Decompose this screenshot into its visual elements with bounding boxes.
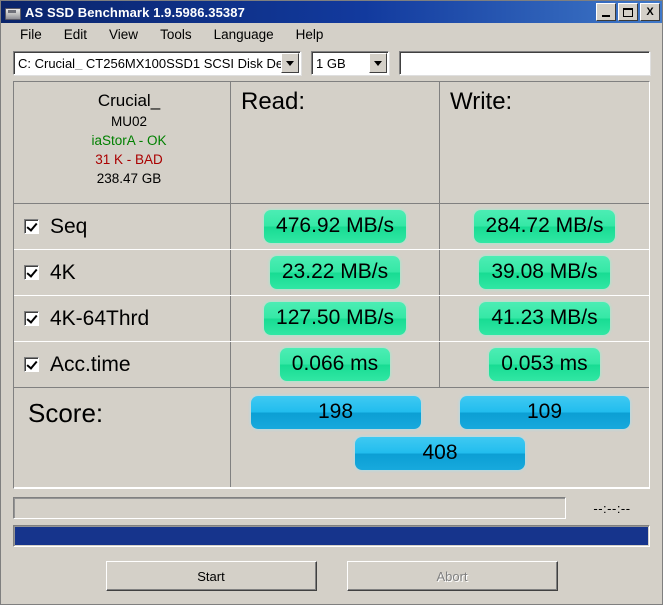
score-write-value: 109 <box>459 396 630 429</box>
table-row: 4K 23.22 MB/s 39.08 MB/s <box>14 250 649 296</box>
test-row-seq-label: Seq <box>14 204 230 249</box>
result-value: 23.22 MB/s <box>269 256 401 289</box>
drive-select[interactable]: C: Crucial_ CT256MX100SSD1 SCSI Disk Dev <box>13 51 301 75</box>
close-button[interactable]: X <box>640 3 660 21</box>
window-title: AS SSD Benchmark 1.9.5986.35387 <box>25 4 245 20</box>
result-value: 39.08 MB/s <box>479 256 610 289</box>
menu-item-tools[interactable]: Tools <box>149 25 203 45</box>
table-row: 4K-64Thrd 127.50 MB/s 41.23 MB/s <box>14 296 649 342</box>
table-row: Acc.time 0.066 ms 0.053 ms <box>14 342 649 388</box>
drive-driver-status: iaStorA - OK <box>91 133 167 148</box>
read-column-header-cell: Read: <box>230 82 439 203</box>
checkbox-4k[interactable] <box>24 265 39 280</box>
status-message-field <box>13 497 566 519</box>
start-button[interactable]: Start <box>105 561 317 591</box>
title-bar: AS SSD Benchmark 1.9.5986.35387 X <box>1 1 662 23</box>
info-input[interactable] <box>399 51 650 75</box>
checkbox-seq[interactable] <box>24 219 39 234</box>
action-buttons: Start Abort <box>13 561 650 591</box>
menu-item-edit[interactable]: Edit <box>53 25 98 45</box>
seq-write-cell: 284.72 MB/s <box>439 204 649 249</box>
score-read-value: 198 <box>250 396 421 429</box>
test-row-acctime-label: Acc.time <box>14 342 230 387</box>
test-label: Acc.time <box>50 353 131 376</box>
4k-read-cell: 23.22 MB/s <box>230 250 439 295</box>
toolbar: C: Crucial_ CT256MX100SSD1 SCSI Disk Dev… <box>1 47 662 75</box>
score-total-value: 408 <box>355 437 525 470</box>
4k64thrd-read-cell: 127.50 MB/s <box>230 296 439 341</box>
drive-name: Crucial_ <box>97 91 161 110</box>
drive-capacity: 238.47 GB <box>96 171 162 186</box>
chevron-down-icon[interactable] <box>281 53 299 73</box>
grid-header-row: Crucial_ MU02 iaStorA - OK 31 K - BAD 23… <box>14 82 649 204</box>
seq-read-cell: 476.92 MB/s <box>230 204 439 249</box>
disk-drive-icon <box>4 5 21 20</box>
result-value: 284.72 MB/s <box>473 210 616 243</box>
4k-write-cell: 39.08 MB/s <box>439 250 649 295</box>
result-value: 41.23 MB/s <box>479 302 610 335</box>
write-column-header: Write: <box>450 88 513 115</box>
acctime-read-cell: 0.066 ms <box>230 342 439 387</box>
checkbox-4k-64thrd[interactable] <box>24 311 39 326</box>
result-value: 0.066 ms <box>279 348 391 381</box>
progress-bar <box>13 525 650 547</box>
result-value: 476.92 MB/s <box>264 210 406 243</box>
table-row: Seq 476.92 MB/s 284.72 MB/s <box>14 204 649 250</box>
abort-button: Abort <box>346 561 558 591</box>
drive-select-value: C: Crucial_ CT256MX100SSD1 SCSI Disk Dev <box>18 56 281 70</box>
drive-alignment-status: 31 K - BAD <box>95 152 163 167</box>
result-value: 0.053 ms <box>489 348 600 381</box>
result-value: 127.50 MB/s <box>264 302 406 335</box>
test-row-4k-label: 4K <box>14 250 230 295</box>
test-label: 4K <box>50 261 76 284</box>
menu-item-view[interactable]: View <box>98 25 149 45</box>
test-label: 4K-64Thrd <box>50 307 150 330</box>
menu-item-file[interactable]: File <box>9 25 53 45</box>
window-controls: X <box>596 3 660 21</box>
test-row-4k64thrd-label: 4K-64Thrd <box>14 296 230 341</box>
score-values-area: 198 109 408 <box>230 388 649 487</box>
as-ssd-benchmark-window: AS SSD Benchmark 1.9.5986.35387 X File E… <box>0 0 663 605</box>
progress-bar-fill <box>15 527 648 545</box>
read-column-header: Read: <box>241 88 306 115</box>
elapsed-timer: --:--:-- <box>593 500 631 516</box>
test-label: Seq <box>50 215 88 238</box>
score-label: Score: <box>28 398 104 428</box>
chevron-down-icon[interactable] <box>369 53 387 73</box>
score-row: Score: 198 109 408 <box>14 388 649 488</box>
close-icon: X <box>646 5 654 18</box>
minimize-button[interactable] <box>596 3 616 21</box>
maximize-button[interactable] <box>618 3 638 21</box>
size-select-value: 1 GB <box>316 56 346 70</box>
checkbox-acc-time[interactable] <box>24 357 39 372</box>
status-row: --:--:-- <box>13 497 650 519</box>
menu-bar: File Edit View Tools Language Help <box>1 23 662 47</box>
size-select[interactable]: 1 GB <box>311 51 389 75</box>
acctime-write-cell: 0.053 ms <box>439 342 649 387</box>
menu-item-help[interactable]: Help <box>285 25 335 45</box>
4k64thrd-write-cell: 41.23 MB/s <box>439 296 649 341</box>
menu-item-language[interactable]: Language <box>203 25 285 45</box>
drive-info-panel: Crucial_ MU02 iaStorA - OK 31 K - BAD 23… <box>14 82 230 203</box>
results-grid: Crucial_ MU02 iaStorA - OK 31 K - BAD 23… <box>13 81 650 489</box>
drive-firmware: MU02 <box>110 114 147 129</box>
write-column-header-cell: Write: <box>439 82 649 203</box>
